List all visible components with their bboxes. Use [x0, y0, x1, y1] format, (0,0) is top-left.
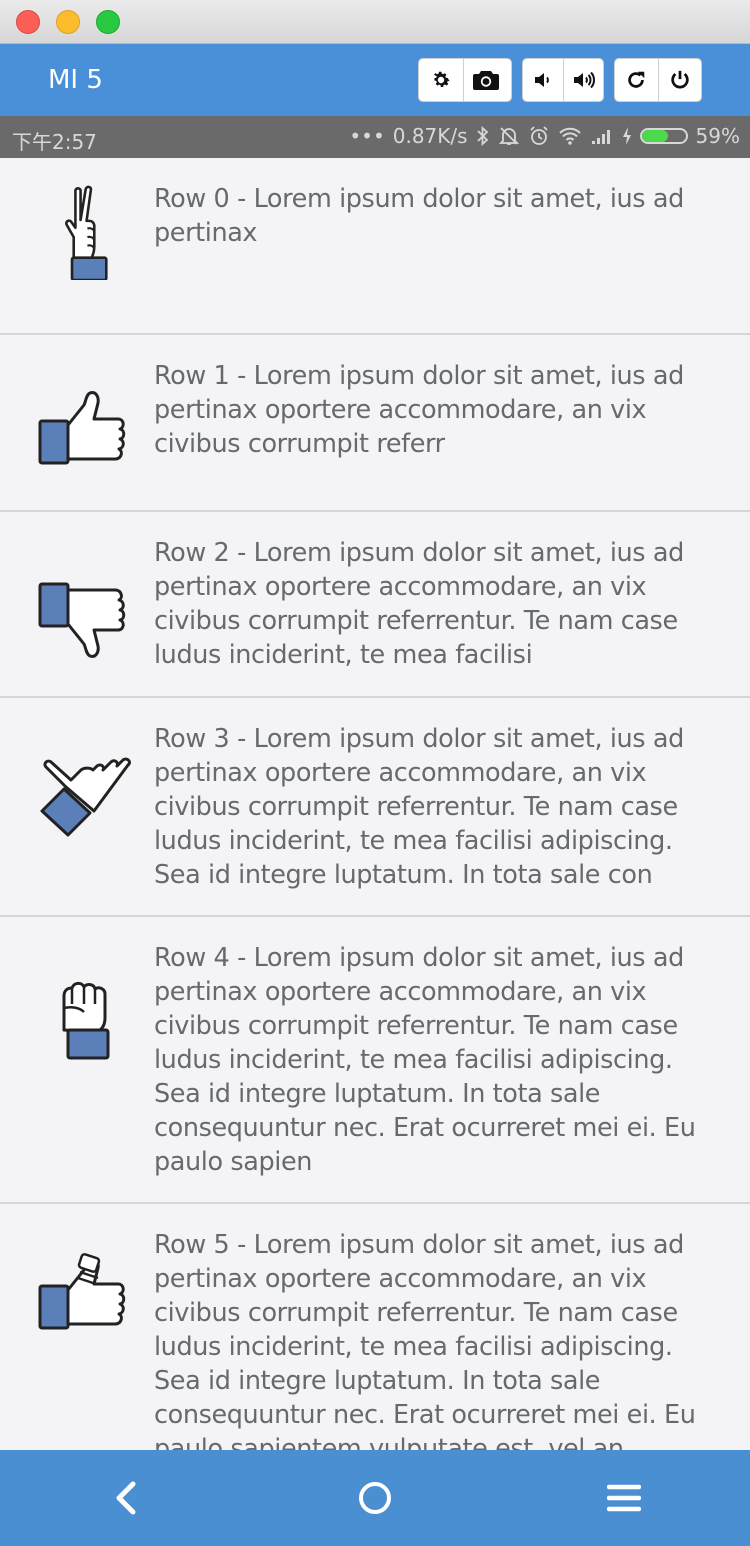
emulator-window: MI 5 下午2:57 ••• 0.87K/s 59% Row 0 - Lore…	[0, 0, 750, 1546]
row-text: Row 3 - Lorem ipsum dolor sit amet, ius …	[154, 724, 684, 890]
row-text: Row 1 - Lorem ipsum dolor sit amet, ius …	[154, 361, 684, 459]
volume-up-icon	[573, 71, 595, 89]
rotate-power-group	[614, 58, 702, 102]
menu-icon	[607, 1484, 641, 1512]
gear-icon	[433, 71, 450, 87]
status-time: 下午2:57	[12, 130, 97, 154]
emulator-toolbar: MI 5	[0, 44, 750, 116]
rotate-icon	[628, 71, 645, 88]
wifi-icon	[558, 127, 581, 145]
thumbs-up-icon	[38, 391, 126, 465]
power-button[interactable]	[657, 59, 701, 101]
volume-up-button[interactable]	[563, 59, 603, 101]
volume-down-button[interactable]	[523, 59, 563, 101]
volume-group	[522, 58, 604, 102]
list-item[interactable]: Row 1 - Lorem ipsum dolor sit amet, ius …	[0, 335, 750, 512]
settings-camera-group	[418, 58, 512, 102]
peace-hand-icon	[65, 185, 108, 280]
battery-percent: 59%	[695, 124, 740, 148]
list-item[interactable]: Row 2 - Lorem ipsum dolor sit amet, ius …	[0, 512, 750, 698]
status-indicators: ••• 0.87K/s 59%	[349, 124, 740, 148]
bluetooth-icon	[476, 126, 488, 146]
camera-icon	[472, 71, 499, 90]
shaka-hand-icon	[40, 757, 131, 837]
signal-icon	[591, 130, 610, 144]
minimize-window-button[interactable]	[56, 10, 80, 34]
list-item[interactable]: Row 0 - Lorem ipsum dolor sit amet, ius …	[0, 158, 750, 335]
screenshot-button[interactable]	[463, 59, 507, 101]
back-button[interactable]	[96, 1470, 156, 1526]
notifications-off-icon	[498, 127, 519, 145]
settings-button[interactable]	[419, 59, 463, 101]
list-item[interactable]: Row 3 - Lorem ipsum dolor sit amet, ius …	[0, 698, 750, 917]
more-notifications-dots: •••	[349, 124, 385, 148]
power-icon	[671, 70, 689, 89]
fist-icon	[62, 981, 110, 1060]
row-text: Row 5 - Lorem ipsum dolor sit amet, ius …	[154, 1230, 696, 1450]
window-titlebar	[0, 0, 750, 44]
status-bar: 下午2:57 ••• 0.87K/s 59%	[0, 116, 750, 158]
row-text: Row 4 - Lorem ipsum dolor sit amet, ius …	[154, 943, 696, 1177]
network-speed: 0.87K/s	[392, 124, 468, 148]
android-nav-bar	[0, 1450, 750, 1546]
device-name: MI 5	[48, 65, 103, 95]
back-chevron-icon	[116, 1481, 136, 1515]
list-item[interactable]: Row 5 - Lorem ipsum dolor sit amet, ius …	[0, 1204, 750, 1450]
charging-bolt-icon	[622, 127, 631, 145]
menu-button[interactable]	[594, 1470, 654, 1526]
home-circle-icon	[359, 1482, 391, 1514]
close-window-button[interactable]	[16, 10, 40, 34]
home-button[interactable]	[345, 1470, 405, 1526]
alarm-icon	[529, 126, 548, 145]
volume-down-icon	[535, 73, 549, 87]
thumbs-down-icon	[38, 582, 126, 658]
message-list[interactable]: Row 0 - Lorem ipsum dolor sit amet, ius …	[0, 158, 750, 1450]
zoom-window-button[interactable]	[96, 10, 120, 34]
battery-level-fill	[641, 130, 668, 142]
rotate-button[interactable]	[615, 59, 658, 101]
battery-icon	[639, 128, 688, 144]
list-item[interactable]: Row 4 - Lorem ipsum dolor sit amet, ius …	[0, 917, 750, 1204]
row-text: Row 0 - Lorem ipsum dolor sit amet, ius …	[154, 184, 684, 248]
bandaged-thumbs-up-icon	[38, 1253, 126, 1330]
row-text: Row 2 - Lorem ipsum dolor sit amet, ius …	[154, 538, 684, 670]
